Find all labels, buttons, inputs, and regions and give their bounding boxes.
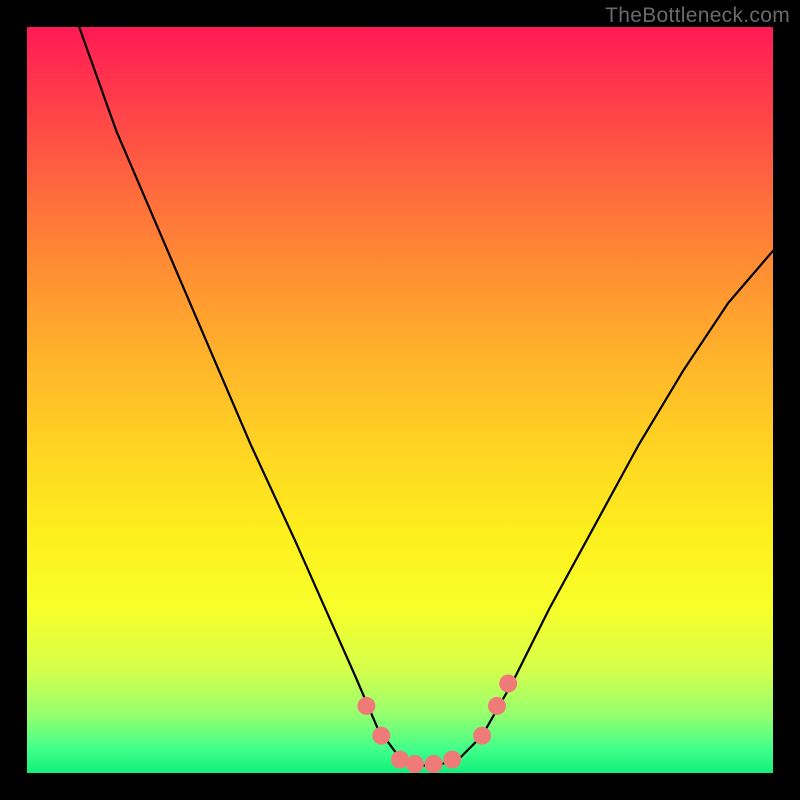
marker-left-lower (372, 727, 390, 745)
marker-right-3 (499, 675, 517, 693)
marker-right-1 (473, 727, 491, 745)
chart-frame: TheBottleneck.com (0, 0, 800, 800)
marker-trough-4 (443, 751, 461, 769)
watermark-text: TheBottleneck.com (605, 4, 790, 28)
plot-area (27, 27, 773, 773)
marker-group (357, 675, 517, 774)
marker-trough-2 (406, 755, 424, 773)
marker-left-upper (357, 697, 375, 715)
marker-right-2 (488, 697, 506, 715)
marker-trough-3 (425, 755, 443, 773)
bottleneck-curve (79, 27, 773, 766)
curve-layer (27, 27, 773, 773)
